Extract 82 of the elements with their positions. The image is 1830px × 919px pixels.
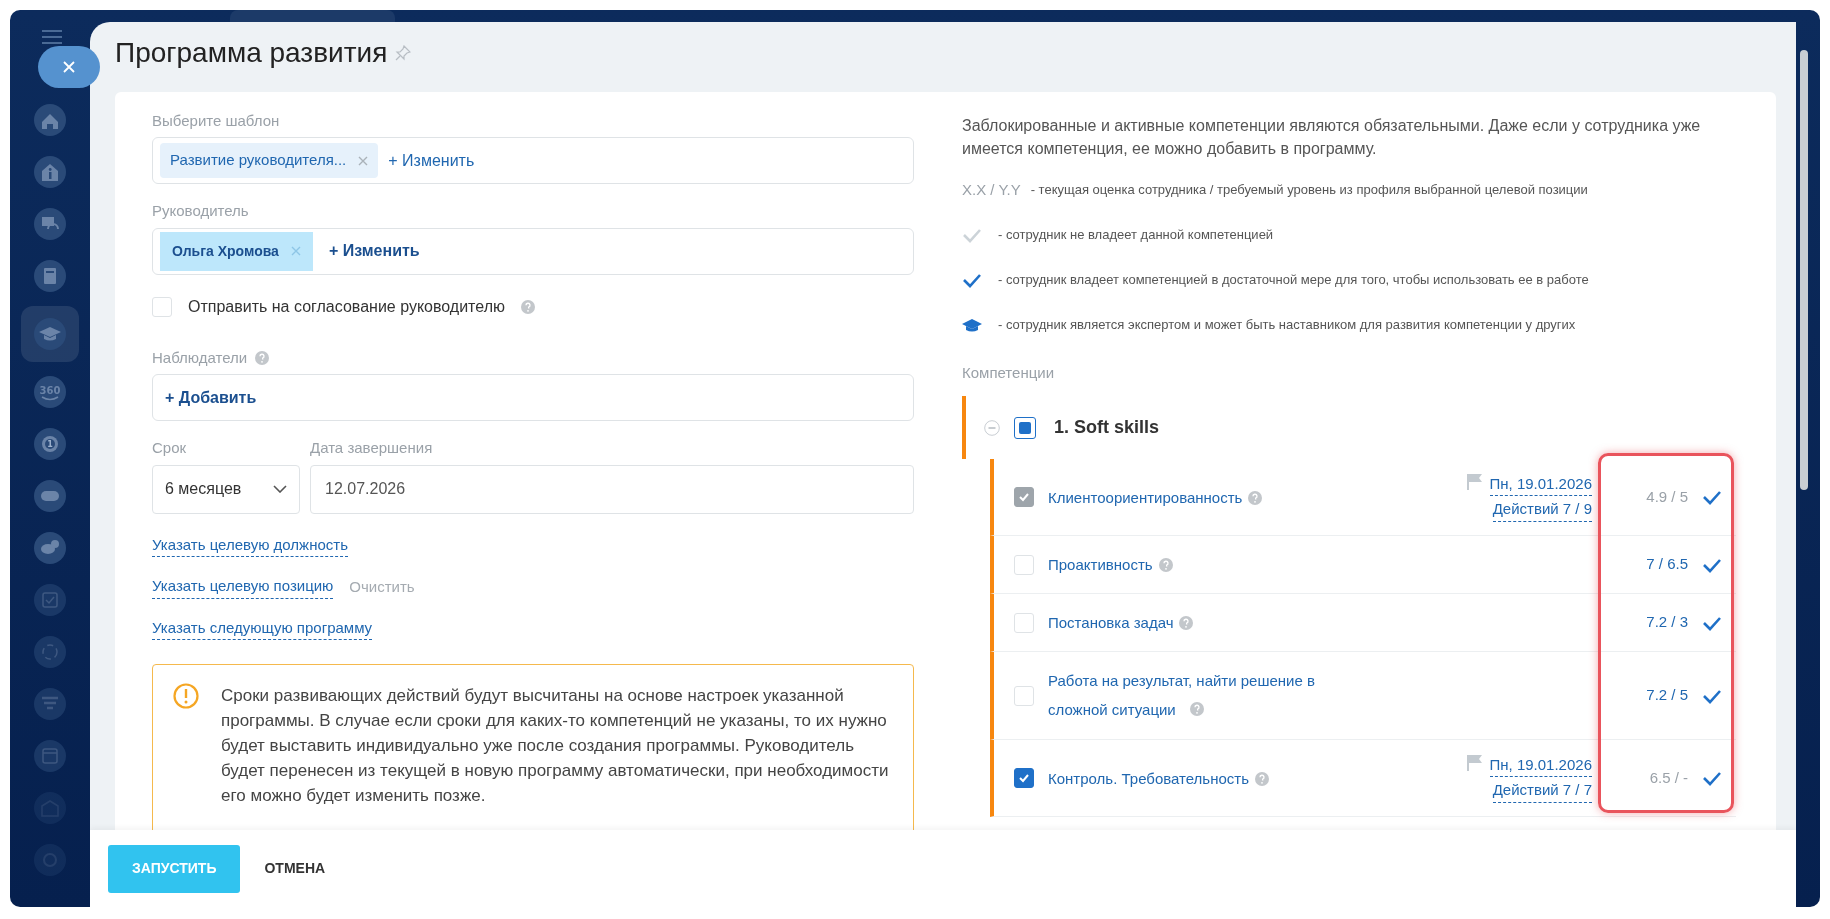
score-format: X.X / Y.Y: [962, 179, 1021, 200]
scrollbar[interactable]: [1800, 50, 1808, 490]
home-icon: [33, 103, 67, 137]
warning-text: Сроки развивающих действий будут высчитаны на основе настроек указанной программы. В случае если сроки для каких-то компетенций не указаны, то их нужно будет выставить индивидуально уже после создания программы. Руководитель будет перенесен из текущей в новую программу автоматически, при необходимости его можно будет изменить позже.: [221, 685, 890, 808]
menu-icon[interactable]: [42, 30, 62, 44]
tag-text: Ольга Хромова: [172, 241, 279, 261]
help-icon[interactable]: [1255, 771, 1269, 786]
date-field[interactable]: 12.07.2026: [310, 464, 914, 514]
calendar-icon: [33, 739, 67, 773]
remove-icon[interactable]: [358, 155, 369, 166]
graduation-cap-icon: [33, 317, 67, 351]
competency-link[interactable]: Контроль. Требовательность: [1048, 769, 1249, 787]
template-field[interactable]: Развитие руководителя... + Изменить: [152, 137, 914, 185]
legend-text: - сотрудник не владеет данной компетенцией: [998, 226, 1274, 245]
gamepad-icon: [33, 479, 67, 513]
tag-text: Развитие руководителя...: [170, 150, 347, 171]
score: 4.9 / 5: [1646, 486, 1688, 507]
info-icon: [33, 155, 67, 189]
legend-text: - сотрудник является экспертом и может быть наставником для развития компетенции у других: [998, 316, 1576, 335]
settings-icon: [33, 843, 67, 877]
score: 7 / 6.5: [1646, 554, 1688, 575]
competency-link[interactable]: Работа на результат, найти решение в сложной ситуации: [1048, 665, 1318, 726]
pin-icon[interactable]: [395, 44, 412, 61]
score: 7.2 / 3: [1646, 612, 1688, 633]
chevron-down-icon: [273, 485, 287, 494]
score: 6.5 / -: [1649, 767, 1688, 788]
sidebar-item[interactable]: [21, 306, 79, 362]
panel-title: Программа развития: [115, 36, 388, 70]
dashed-link[interactable]: Указать целевую позицию: [152, 575, 334, 599]
help-icon[interactable]: [1248, 490, 1263, 505]
close-button[interactable]: [38, 46, 100, 88]
warning-icon: [173, 683, 199, 710]
select-value: 6 месяцев: [165, 479, 242, 500]
field-label: Руководитель: [152, 201, 250, 222]
dashed-link[interactable]: Указать следующую программу: [152, 616, 373, 641]
sidebar-item[interactable]: 1: [26, 422, 74, 466]
collapse-icon[interactable]: [984, 419, 1000, 436]
help-icon[interactable]: [520, 299, 535, 314]
flag-icon: [1465, 472, 1482, 491]
manager-field[interactable]: Ольга Хромова + Изменить: [152, 227, 914, 275]
box-icon: [33, 791, 67, 825]
score: 7.2 / 5: [1646, 685, 1688, 706]
help-icon[interactable]: [1190, 701, 1204, 716]
close-icon: [62, 60, 76, 74]
rotation-icon: 360: [33, 375, 67, 409]
cancel-button[interactable]: ОТМЕНА: [258, 857, 332, 880]
checkbox[interactable]: [1014, 768, 1034, 789]
competency-link[interactable]: Проактивность: [1048, 556, 1153, 574]
field-label: Выберите шаблон: [152, 110, 281, 131]
check-icon: [1018, 772, 1030, 785]
actions-link[interactable]: Действий 7 / 7: [1492, 779, 1592, 803]
field-label: Наблюдатели: [152, 347, 248, 368]
field-label: Дата завершения: [310, 438, 434, 459]
help-icon[interactable]: [255, 350, 270, 365]
info-text: Заблокированные и активные компетенции являются обязательными. Даже если у сотрудника уже имеется компетенция, ее можно добавить в программу.: [962, 115, 1702, 159]
remove-icon[interactable]: [290, 246, 301, 257]
group-title: 1. Soft skills: [1054, 416, 1160, 440]
checkbox-icon: [33, 583, 67, 617]
change-link[interactable]: + Изменить: [328, 239, 420, 264]
support-icon: [33, 207, 67, 241]
checkbox[interactable]: [1014, 416, 1036, 439]
observers-field[interactable]: + Добавить: [152, 374, 914, 422]
cycle-icon: [33, 635, 67, 669]
help-icon[interactable]: [1158, 558, 1173, 573]
deadline-link[interactable]: Пн, 19.01.2026: [1489, 753, 1592, 778]
legend-text: - сотрудник владеет компетенцией в достаточной мере для того, чтобы использовать ее в работе: [998, 271, 1589, 290]
add-link[interactable]: + Добавить: [165, 385, 257, 410]
competency-link[interactable]: Постановка задач: [1048, 614, 1174, 632]
chat-icon: [33, 531, 67, 565]
checkbox-label: Отправить на согласование руководителю: [188, 296, 505, 317]
section-label: Компетенции: [962, 362, 1056, 383]
book-icon: [33, 259, 67, 293]
change-link[interactable]: + Изменить: [388, 148, 475, 173]
top-tab[interactable]: [230, 10, 395, 22]
target-icon: 1: [33, 427, 67, 461]
legend-text: - текущая оценка сотрудника / требуемый уровень из профиля выбранной целевой позиции: [1030, 181, 1588, 200]
flag-icon: [1465, 753, 1482, 772]
dashed-link[interactable]: Указать целевую должность: [152, 533, 348, 558]
help-icon[interactable]: [1179, 616, 1194, 631]
term-select[interactable]: 6 месяцев: [152, 464, 300, 514]
funnel-icon: [33, 687, 67, 721]
field-label: Срок: [152, 438, 188, 459]
